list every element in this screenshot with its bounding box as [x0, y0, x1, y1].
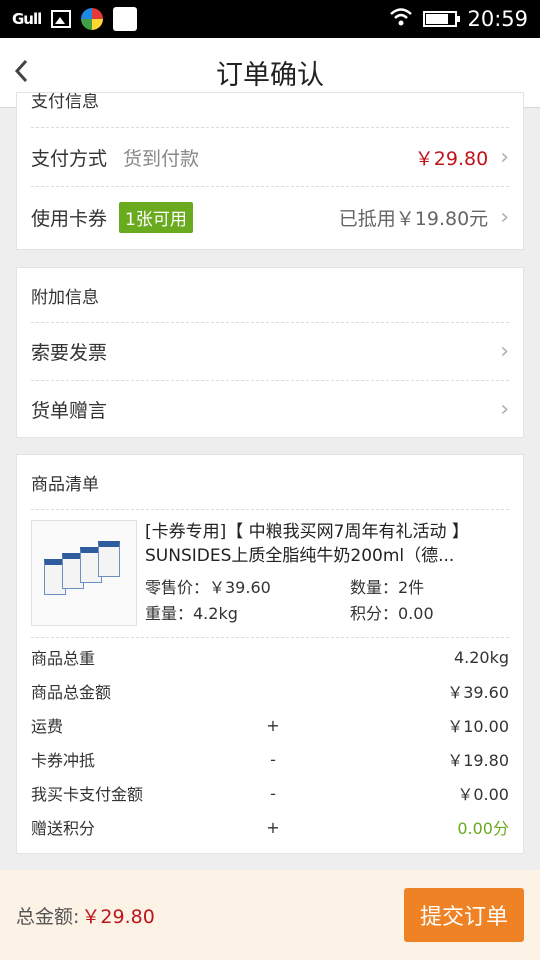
summary-row-goods-amount: 商品总金额 ￥39.60: [31, 683, 509, 702]
total-amount: ￥29.80: [81, 905, 155, 928]
payment-method-label: 支付方式: [31, 148, 108, 170]
payment-method-row[interactable]: 支付方式 货到付款 ￥29.80 ›: [31, 129, 509, 187]
goods-header: 商品清单: [31, 455, 509, 510]
coupon-label: 使用卡券: [31, 207, 108, 230]
summary-row-card-payment: 我买卡支付金额 - ￥0.00: [31, 783, 509, 805]
image-notification-icon: [51, 10, 72, 28]
back-button[interactable]: [12, 56, 42, 90]
total-label: 总金额:: [16, 905, 80, 928]
signal-icon: Gull: [12, 10, 42, 28]
weight: 重量：4.2kg: [145, 604, 238, 623]
summary-row-coupon-offset: 卡券冲抵 - ￥19.80: [31, 749, 509, 771]
product-name: [卡券专用]【 中粮我买网7周年有礼活动 】SUNSIDES上质全脂纯牛奶200…: [145, 522, 469, 566]
app-notification-icon: [81, 8, 104, 30]
summary-row-total-weight: 商品总重 4.20kg: [31, 647, 509, 669]
summary-row-shipping: 运费 + ￥10.00: [31, 715, 509, 737]
submit-order-button[interactable]: 提交订单: [404, 888, 524, 942]
retail-price: 零售价：￥39.60: [145, 578, 271, 597]
goods-section: 商品清单 [卡券专用]【 中粮我买网7周年有礼活动 】SUNSIDES上质全脂纯…: [16, 454, 524, 854]
chevron-left-icon: [14, 59, 28, 83]
invoice-label: 索要发票: [31, 342, 108, 364]
payment-section: 支付信息 支付方式 货到付款 ￥29.80 › 使用卡券 1张可用 已抵用￥19…: [16, 92, 524, 250]
points: 积分：0.00: [350, 604, 434, 623]
chevron-right-icon: ›: [500, 145, 509, 170]
payment-amount: ￥29.80: [414, 148, 489, 170]
status-bar: Gull 20:59: [0, 0, 540, 38]
battery-icon: [423, 11, 461, 27]
extra-info-heading: 附加信息: [31, 287, 99, 308]
chevron-right-icon: ›: [500, 339, 509, 364]
page-title: 订单确认: [216, 60, 324, 91]
gift-message-label: 货单赠言: [31, 400, 108, 422]
extra-info-section: 附加信息 索要发票 › 货单赠言 ›: [16, 267, 524, 438]
invoice-row[interactable]: 索要发票 ›: [31, 323, 509, 381]
coupon-available-badge: 1张可用: [119, 201, 193, 233]
gift-message-row[interactable]: 货单赠言 ›: [31, 381, 509, 438]
coupon-row[interactable]: 使用卡券 1张可用 已抵用￥19.80元 ›: [31, 187, 509, 247]
payment-section-header-clipped: 支付信息: [31, 93, 99, 112]
summary-row-bonus-points: 赠送积分 + 0.00分: [31, 817, 509, 839]
blank-notification-icon: [113, 7, 138, 31]
chevron-right-icon: ›: [500, 397, 509, 422]
extra-info-header: 附加信息: [31, 268, 509, 323]
coupon-deducted-value: 已抵用￥19.80元: [338, 207, 489, 230]
product-image: [31, 520, 137, 626]
checkout-footer: 总金额: ￥29.80 提交订单: [0, 870, 540, 960]
chevron-right-icon: ›: [500, 204, 509, 230]
payment-method-value: 货到付款: [123, 148, 200, 170]
wifi-icon: [389, 7, 413, 32]
product-item[interactable]: [卡券专用]【 中粮我买网7周年有礼活动 】SUNSIDES上质全脂纯牛奶200…: [31, 510, 509, 638]
goods-heading: 商品清单: [31, 474, 99, 495]
quantity: 数量：2件: [350, 578, 425, 597]
clock: 20:59: [467, 7, 528, 31]
